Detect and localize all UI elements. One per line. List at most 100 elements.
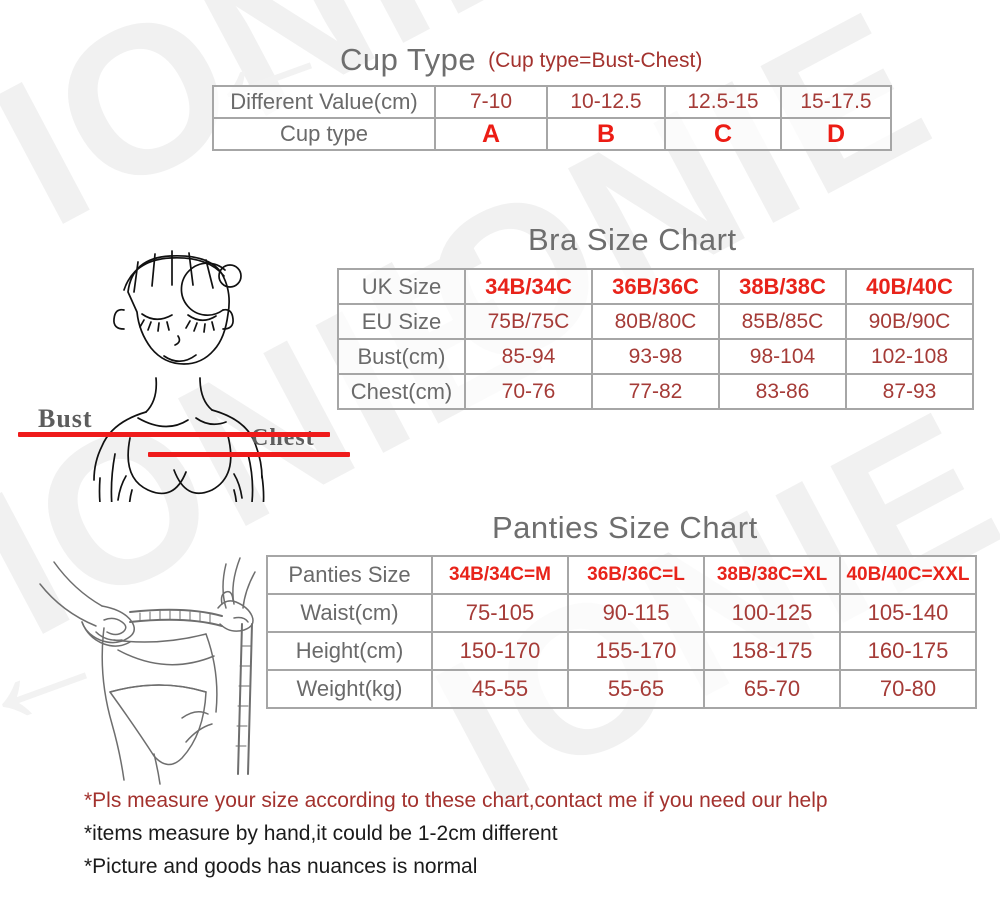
bra-value: 36B/36C	[612, 273, 699, 299]
bra-value-cell: 85-94	[464, 338, 593, 375]
panties-value: 160-175	[867, 638, 949, 663]
table-row: Panties Size 34B/34C=M 36B/36C=L 38B/38C…	[266, 555, 977, 595]
bra-value: 87-93	[882, 379, 937, 403]
panties-row-label: Weight	[296, 676, 365, 701]
note-line: *Picture and goods has nuances is normal	[84, 855, 478, 878]
cup-type-table: Different Value(cm) 7-10 10-12.5 12.5-15…	[212, 85, 892, 151]
panties-row-unit: (cm)	[354, 600, 399, 625]
table-row: Cup type A B C D	[212, 117, 892, 151]
bra-row-label-cell: EU Size	[337, 303, 466, 340]
panties-value: 55-65	[607, 676, 665, 701]
cup-row-label: Cup type	[279, 121, 369, 146]
table-row: Waist(cm) 75-105 90-115 100-125 105-140	[266, 593, 977, 633]
panties-value: 34B/34C=M	[449, 564, 551, 585]
bra-row-label-cell: Bust(cm)	[337, 338, 466, 375]
panties-value-cell: 90-115	[567, 593, 705, 633]
panties-value: 158-175	[731, 638, 813, 663]
panties-value-cell: 158-175	[703, 631, 841, 671]
panties-value: 45-55	[471, 676, 529, 701]
bust-chest-illustration	[93, 250, 265, 502]
bra-value: 34B/34C	[485, 273, 572, 299]
bra-value-cell: 38B/38C	[718, 268, 847, 305]
bra-value: 102-108	[870, 344, 949, 368]
cup-value-cell: 10-12.5	[546, 85, 666, 119]
panties-value-cell: 45-55	[431, 669, 569, 709]
panties-value-cell: 100-125	[703, 593, 841, 633]
footer-notes: *Pls measure your size according to thes…	[84, 784, 984, 883]
bra-value: 90B/90C	[868, 309, 951, 333]
panties-row-label-cell: Weight(kg)	[266, 669, 433, 709]
table-row: Bust(cm) 85-94 93-98 98-104 102-108	[337, 338, 974, 375]
panties-row-label: Height	[295, 638, 360, 663]
panties-row-label: Waist	[300, 600, 355, 625]
panties-value: 75-105	[465, 600, 535, 625]
bra-value-cell: 80B/80C	[591, 303, 720, 340]
bra-value: 75B/75C	[487, 309, 570, 333]
panties-value: 70-80	[879, 676, 937, 701]
bra-row-unit: (cm)	[408, 378, 453, 404]
bra-value-cell: 36B/36C	[591, 268, 720, 305]
cup-type-subtitle: (Cup type=Bust-Chest)	[488, 49, 703, 72]
bra-chart-title: Bra Size Chart	[528, 222, 737, 257]
waist-measure-illustration	[39, 557, 256, 785]
bra-row-label: EU Size	[361, 308, 442, 334]
bra-row-label-cell: Chest(cm)	[337, 373, 466, 410]
bra-value-cell: 98-104	[718, 338, 847, 375]
panties-value: 100-125	[731, 600, 813, 625]
bra-value: 98-104	[749, 344, 816, 368]
panties-value-cell: 40B/40C=XXL	[839, 555, 977, 595]
cup-letter-cell: A	[434, 117, 548, 151]
cup-letter-cell: B	[546, 117, 666, 151]
panties-value: 40B/40C=XXL	[846, 564, 970, 585]
cup-value: 15-17.5	[800, 90, 872, 113]
size-chart-sheet: Cup Type (Cup type=Bust-Chest) Different …	[0, 0, 1000, 918]
cup-value: 12.5-15	[687, 90, 759, 113]
bra-value-cell: 34B/34C	[464, 268, 593, 305]
bra-value-cell: 40B/40C	[845, 268, 974, 305]
panties-value-cell: 36B/36C=L	[567, 555, 705, 595]
note-line: *items measure by hand,it could be 1-2cm…	[84, 822, 558, 845]
cup-row-label-cell: Cup type	[212, 117, 436, 151]
bra-value-cell: 70-76	[464, 373, 593, 410]
panties-value-cell: 65-70	[703, 669, 841, 709]
cup-row-label-cell: Different Value(cm)	[212, 85, 436, 119]
panties-row-label-cell: Height(cm)	[266, 631, 433, 671]
bra-value-cell: 90B/90C	[845, 303, 974, 340]
cup-type-title: Cup Type	[340, 42, 477, 77]
panties-value: 105-140	[867, 600, 949, 625]
cup-letter: B	[596, 119, 616, 148]
panties-value-cell: 38B/38C=XL	[703, 555, 841, 595]
panties-value: 90-115	[602, 600, 670, 625]
bra-value: 83-86	[755, 379, 810, 403]
panties-value: 150-170	[459, 638, 541, 663]
table-row: EU Size 75B/75C 80B/80C 85B/85C 90B/90C	[337, 303, 974, 340]
bra-value: 70-76	[501, 379, 556, 403]
bra-value: 85-94	[501, 344, 556, 368]
panties-value-cell: 75-105	[431, 593, 569, 633]
panties-chart-heading: Panties Size Chart	[492, 510, 758, 546]
cup-value: 7-10	[469, 90, 513, 113]
bra-value-cell: 85B/85C	[718, 303, 847, 340]
panties-row-label-cell: Panties Size	[266, 555, 433, 595]
table-row: Height(cm) 150-170 155-170 158-175 160-1…	[266, 631, 977, 671]
panties-value: 38B/38C=XL	[716, 564, 828, 585]
cup-letter: C	[713, 119, 733, 148]
table-row: Chest(cm) 70-76 77-82 83-86 87-93	[337, 373, 974, 410]
cup-value-cell: 12.5-15	[664, 85, 782, 119]
cup-letter-cell: C	[664, 117, 782, 151]
bra-row-label-cell: UK Size	[337, 268, 466, 305]
cup-row-label: Different Value(cm)	[230, 89, 418, 114]
panties-row-label-cell: Waist(cm)	[266, 593, 433, 633]
cup-value-cell: 15-17.5	[780, 85, 892, 119]
panties-value-cell: 150-170	[431, 631, 569, 671]
panties-row-label: Panties Size	[288, 562, 411, 587]
panties-chart-title: Panties Size Chart	[492, 510, 758, 545]
bra-row-unit: (cm)	[401, 343, 446, 369]
cup-letter: A	[481, 119, 501, 148]
bra-value: 80B/80C	[614, 309, 697, 333]
chest-measure-label: Chest	[251, 425, 315, 451]
bra-value: 93-98	[628, 344, 683, 368]
table-row: UK Size 34B/34C 36B/36C 38B/38C 40B/40C	[337, 268, 974, 305]
cup-letter-cell: D	[780, 117, 892, 151]
panties-value: 65-70	[743, 676, 801, 701]
